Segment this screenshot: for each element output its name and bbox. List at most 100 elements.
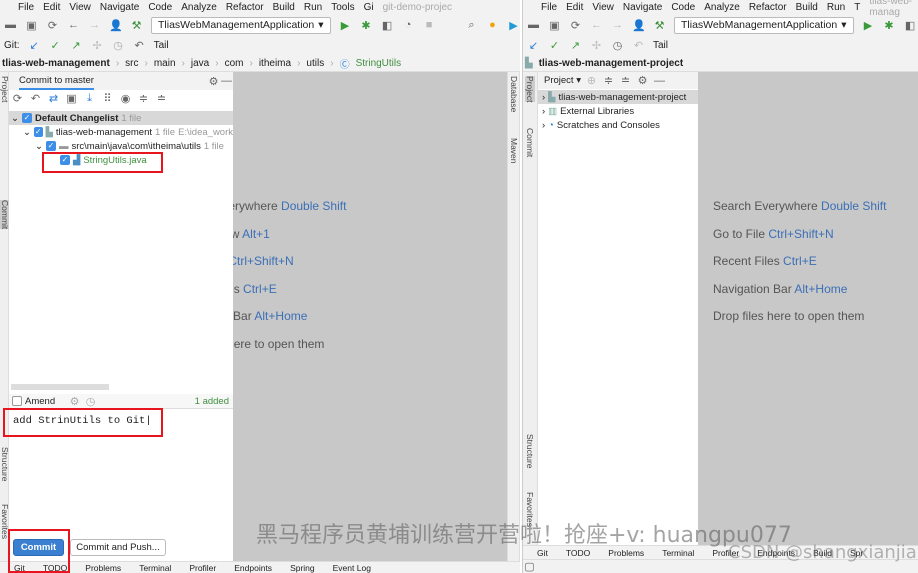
- folder-row[interactable]: ⌄ ✓ ▬ src\main\java\com\itheima\utils 1 fi…: [9, 139, 233, 153]
- menu-item[interactable]: Edit: [566, 2, 583, 13]
- download-icon[interactable]: ⤓: [83, 92, 96, 105]
- tab-project[interactable]: Project: [525, 76, 535, 103]
- breadcrumb-item[interactable]: src: [125, 58, 138, 69]
- commit-and-push-button[interactable]: Commit and Push...: [70, 539, 166, 556]
- gear-icon[interactable]: ⚙: [207, 75, 220, 88]
- tab-maven[interactable]: Maven: [509, 138, 519, 164]
- changelist-checkbox[interactable]: ✓: [21, 113, 32, 123]
- menu-item[interactable]: Navigate: [100, 2, 139, 13]
- minimize-icon[interactable]: —: [653, 75, 666, 87]
- menu-item[interactable]: Analyze: [704, 2, 740, 13]
- menu-item[interactable]: File: [541, 2, 557, 13]
- menu-item[interactable]: Code: [671, 2, 695, 13]
- menu-item[interactable]: Edit: [43, 2, 60, 13]
- toolbox-icon[interactable]: ▶: [507, 19, 520, 32]
- tool-tab[interactable]: Endpoints: [234, 563, 272, 573]
- fetch-icon[interactable]: ✢: [91, 39, 104, 52]
- user-icon[interactable]: 👤: [632, 19, 646, 32]
- gear-icon[interactable]: ⚙: [68, 395, 81, 408]
- rollback-icon[interactable]: ↶: [29, 92, 42, 105]
- stop-icon[interactable]: ■: [423, 19, 436, 31]
- open-icon[interactable]: ▬: [4, 19, 17, 31]
- tool-tab[interactable]: Event Log: [333, 563, 371, 573]
- menu-item[interactable]: Run: [827, 2, 845, 13]
- tab-structure[interactable]: Structure: [525, 434, 535, 469]
- coverage-icon[interactable]: ◧: [904, 19, 917, 32]
- tree-item-project[interactable]: › ▙ tlias-web-management-project: [538, 90, 698, 104]
- breadcrumb-item[interactable]: utils: [306, 58, 324, 69]
- menu-item[interactable]: Gi: [364, 2, 374, 13]
- minimize-icon[interactable]: —: [220, 75, 233, 87]
- sync-icon[interactable]: ⟳: [569, 19, 582, 32]
- breadcrumb-item[interactable]: StringUtils: [356, 58, 402, 69]
- module-checkbox[interactable]: ✓: [33, 127, 43, 137]
- menu-item[interactable]: Refactor: [749, 2, 787, 13]
- tool-tab[interactable]: Git: [537, 548, 548, 558]
- tool-tab[interactable]: Terminal: [662, 548, 694, 558]
- menu-item[interactable]: Code: [148, 2, 172, 13]
- layout-icon[interactable]: ▢: [523, 560, 536, 573]
- commit-check-icon[interactable]: ✓: [49, 39, 62, 52]
- user-icon[interactable]: 👤: [109, 19, 123, 32]
- back-icon[interactable]: ←: [67, 19, 80, 31]
- save-icon[interactable]: ▣: [548, 19, 561, 32]
- history-icon[interactable]: ◷: [611, 39, 624, 52]
- rollback-icon[interactable]: ↶: [632, 39, 645, 52]
- menu-item[interactable]: Refactor: [226, 2, 264, 13]
- tool-tab[interactable]: Terminal: [139, 563, 171, 573]
- breadcrumb-item[interactable]: main: [154, 58, 176, 69]
- tool-tab[interactable]: Problems: [608, 548, 644, 558]
- tree-item-scratches[interactable]: › ◔ Scratches and Consoles: [538, 118, 698, 132]
- project-view-dropdown[interactable]: Project ▾: [544, 75, 581, 86]
- menu-item[interactable]: Analyze: [181, 2, 217, 13]
- breadcrumb-item[interactable]: java: [191, 58, 209, 69]
- horizontal-scrollbar[interactable]: [11, 384, 109, 390]
- amend-checkbox[interactable]: [12, 396, 22, 406]
- eye-icon[interactable]: ◉: [119, 92, 132, 105]
- run-config-dropdown[interactable]: TliasWebManagementApplication ▾: [151, 16, 331, 34]
- debug-icon[interactable]: ✱: [883, 19, 896, 32]
- menu-item[interactable]: View: [69, 2, 91, 13]
- collapse-all-icon[interactable]: ≐: [619, 74, 632, 87]
- tool-tab[interactable]: Problems: [85, 563, 121, 573]
- run-config-dropdown[interactable]: TliasWebManagementApplication ▾: [674, 16, 854, 34]
- forward-icon[interactable]: →: [611, 19, 624, 31]
- commit-check-icon[interactable]: ✓: [548, 39, 561, 52]
- menu-item[interactable]: Run: [304, 2, 322, 13]
- save-icon[interactable]: ▣: [25, 19, 38, 32]
- tool-tab[interactable]: Profiler: [189, 563, 216, 573]
- coverage-icon[interactable]: ◧: [381, 19, 394, 32]
- sync-icon[interactable]: ⟳: [46, 19, 59, 32]
- debug-icon[interactable]: ✱: [360, 19, 373, 32]
- folder-checkbox[interactable]: ✓: [45, 141, 56, 151]
- group-icon[interactable]: ⠿: [101, 92, 114, 105]
- breadcrumb-item[interactable]: com: [225, 58, 244, 69]
- push-icon[interactable]: ↗: [569, 39, 582, 52]
- history-icon[interactable]: ◷: [84, 395, 97, 408]
- menu-item[interactable]: Navigate: [623, 2, 662, 13]
- open-icon[interactable]: ▬: [527, 19, 540, 31]
- menu-item[interactable]: T: [854, 2, 860, 13]
- expand-all-icon[interactable]: ≑: [137, 92, 150, 105]
- fetch-icon[interactable]: ✢: [590, 39, 603, 52]
- update-project-icon[interactable]: ↙: [527, 39, 540, 52]
- collapse-all-icon[interactable]: ≐: [155, 92, 168, 105]
- build-hammer-icon[interactable]: ⚒: [653, 19, 666, 32]
- tree-item-libraries[interactable]: › ▥ External Libraries: [538, 104, 698, 118]
- breadcrumb-item[interactable]: tlias-web-management: [2, 58, 110, 69]
- build-hammer-icon[interactable]: ⚒: [130, 19, 143, 32]
- search-icon[interactable]: ⌕: [465, 19, 478, 32]
- gear-icon[interactable]: ⚙: [636, 74, 649, 87]
- update-icon[interactable]: ●: [486, 19, 499, 31]
- breadcrumb-item[interactable]: itheima: [259, 58, 291, 69]
- menu-item[interactable]: Tools: [331, 2, 354, 13]
- history-icon[interactable]: ◷: [112, 39, 125, 52]
- tool-tab[interactable]: Spring: [290, 563, 315, 573]
- menu-item[interactable]: File: [18, 2, 34, 13]
- diff-icon[interactable]: ⇄: [47, 92, 60, 105]
- expand-all-icon[interactable]: ≑: [602, 74, 615, 87]
- tab-commit-to-master[interactable]: Commit to master: [19, 73, 94, 90]
- back-icon[interactable]: ←: [590, 19, 603, 31]
- update-project-icon[interactable]: ↙: [28, 39, 41, 52]
- forward-icon[interactable]: →: [88, 19, 101, 31]
